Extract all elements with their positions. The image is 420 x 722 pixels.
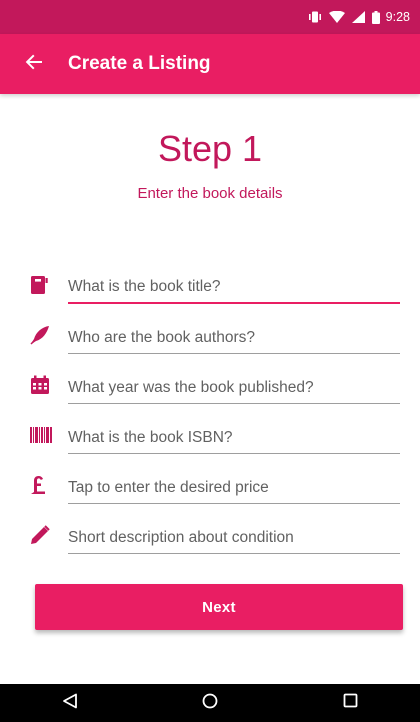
- form-row-price: [30, 470, 400, 510]
- step-title: Step 1: [157, 128, 263, 169]
- year-input[interactable]: [68, 376, 400, 397]
- vibrate-icon: [308, 11, 322, 23]
- arrow-back-icon: [25, 53, 43, 76]
- book-icon: [30, 270, 64, 300]
- price-field: [68, 470, 400, 504]
- year-field: [68, 370, 400, 404]
- barcode-icon: [30, 420, 64, 450]
- form-row-authors: [30, 320, 400, 360]
- form-row-year: [30, 370, 400, 410]
- quill-icon: [30, 320, 64, 350]
- status-bar: 9:28: [0, 0, 420, 34]
- signal-icon: [351, 11, 365, 23]
- form-row-title: [30, 270, 400, 310]
- form-row-isbn: [30, 420, 400, 460]
- title-input[interactable]: [68, 276, 400, 296]
- pencil-icon: [30, 520, 64, 550]
- wifi-icon: [328, 11, 345, 23]
- back-triangle-icon: [62, 693, 78, 714]
- nav-recents-button[interactable]: [320, 684, 380, 722]
- nav-back-button[interactable]: [40, 684, 100, 722]
- isbn-input[interactable]: [68, 426, 400, 447]
- authors-input[interactable]: [68, 326, 400, 347]
- home-circle-icon: [202, 693, 218, 714]
- description-input[interactable]: [68, 526, 400, 547]
- pound-icon: [30, 470, 64, 500]
- back-button[interactable]: [6, 34, 62, 94]
- screen: 9:28 Create a Listing Step 1 Enter the b…: [0, 0, 420, 722]
- calendar-icon: [30, 370, 64, 400]
- title-field: [68, 270, 400, 304]
- form-row-description: [30, 520, 400, 560]
- authors-field: [68, 320, 400, 354]
- step-subtitle: Enter the book details: [137, 185, 283, 202]
- price-input[interactable]: [68, 476, 400, 497]
- description-field: [68, 520, 400, 554]
- nav-home-button[interactable]: [180, 684, 240, 722]
- status-time: 9:28: [385, 10, 410, 24]
- battery-icon: [371, 10, 380, 24]
- next-button[interactable]: Next: [35, 584, 403, 630]
- app-bar: Create a Listing: [0, 34, 420, 94]
- app-title: Create a Listing: [68, 53, 211, 74]
- isbn-field: [68, 420, 400, 454]
- recents-square-icon: [343, 693, 358, 713]
- nav-bar: [0, 684, 420, 722]
